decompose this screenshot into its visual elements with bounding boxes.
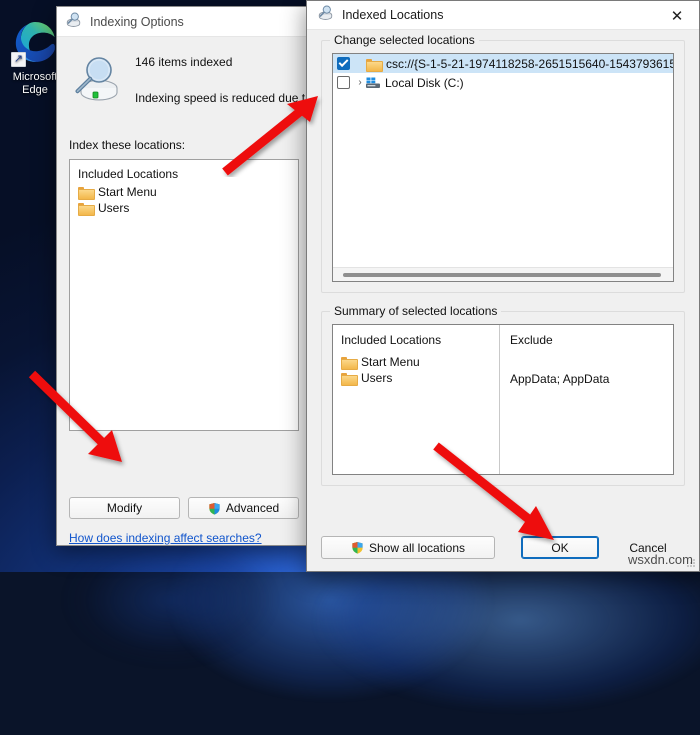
list-item: Users xyxy=(341,371,499,386)
index-locations-label: Index these locations: xyxy=(69,138,186,152)
checkbox-unchecked-icon[interactable] xyxy=(337,76,350,89)
indexed-locations-titlebar[interactable]: Indexed Locations ✕ xyxy=(307,1,699,30)
folder-icon xyxy=(78,186,95,200)
how-does-indexing-link[interactable]: How does indexing affect searches? xyxy=(69,531,262,545)
summary-exclude-header: Exclude xyxy=(510,333,553,347)
indexed-locations-title: Indexed Locations xyxy=(342,8,444,22)
summary-box: Included Locations Start Menu Users Excl… xyxy=(332,324,674,475)
modify-button[interactable]: Modify xyxy=(69,497,180,519)
edge-icon: ↗ xyxy=(11,18,59,67)
indexing-status-icon xyxy=(69,51,123,108)
summary-of-selected-locations-group: Summary of selected locations Included L… xyxy=(321,304,685,486)
advanced-button[interactable]: Advanced xyxy=(188,497,299,519)
tree-horizontal-scrollbar[interactable] xyxy=(333,267,673,281)
included-locations-header: Included Locations xyxy=(78,167,179,181)
list-item-label: Start Menu xyxy=(98,185,157,199)
indexed-locations-dialog[interactable]: Indexed Locations ✕ Change selected loca… xyxy=(306,0,700,572)
shortcut-overlay-icon: ↗ xyxy=(11,52,26,67)
advanced-button-label: Advanced xyxy=(225,501,280,515)
indexing-options-icon xyxy=(317,4,334,26)
folder-icon xyxy=(341,356,358,370)
summary-included-header: Included Locations xyxy=(341,333,442,347)
summary-included-column: Included Locations Start Menu Users xyxy=(333,325,500,474)
summary-exclude-value: AppData; AppData xyxy=(510,372,610,386)
chevron-right-icon[interactable]: › xyxy=(354,77,366,88)
summary-legend: Summary of selected locations xyxy=(330,304,502,318)
indexing-options-title: Indexing Options xyxy=(90,14,184,29)
indexing-options-window[interactable]: Indexing Options 146 items indexed Index… xyxy=(56,6,312,546)
tree-row-label: csc://{S-1-5-21-1974118258-2651515640-15… xyxy=(386,56,673,71)
indexed-locations-body: Change selected locations csc://{S-1-5-2… xyxy=(307,30,699,571)
included-locations-listbox[interactable]: Included Locations Start Menu Users The … xyxy=(69,159,299,431)
list-item: Start Menu xyxy=(341,355,499,370)
change-selected-locations-group: Change selected locations csc://{S-1-5-2… xyxy=(321,33,685,293)
folder-icon xyxy=(366,58,383,72)
indexing-status-row: 146 items indexed Indexing speed is redu… xyxy=(69,51,305,108)
summary-included-label: Start Menu xyxy=(361,355,420,369)
tree-row-label: Local Disk (C:) xyxy=(385,75,464,90)
tree-row[interactable]: csc://{S-1-5-21-1974118258-2651515640-15… xyxy=(333,54,673,73)
folder-icon xyxy=(341,372,358,386)
tree-row[interactable]: › Local Disk (C:) xyxy=(333,73,673,92)
indexing-options-body: 146 items indexed Indexing speed is redu… xyxy=(57,51,311,545)
locations-tree[interactable]: csc://{S-1-5-21-1974118258-2651515640-15… xyxy=(332,53,674,282)
drive-icon xyxy=(366,77,381,89)
source-watermark: wsxdn.com xyxy=(627,552,693,567)
items-indexed-text: 146 items indexed xyxy=(135,55,233,69)
shield-icon xyxy=(208,502,221,515)
close-icon[interactable]: ✕ xyxy=(655,1,699,30)
show-all-locations-label: Show all locations xyxy=(368,540,466,555)
summary-included-label: Users xyxy=(361,371,393,385)
folder-icon xyxy=(78,202,95,216)
indexing-speed-text: Indexing speed is reduced due t xyxy=(135,91,306,105)
list-item-label: Users xyxy=(98,201,130,215)
shield-icon xyxy=(351,541,364,554)
indexing-status-text: 146 items indexed Indexing speed is redu… xyxy=(135,51,305,105)
indexing-options-titlebar[interactable]: Indexing Options xyxy=(57,7,311,37)
indexing-options-button-row: Modify Advanced xyxy=(69,497,299,519)
scrollbar-thumb[interactable] xyxy=(343,272,661,277)
summary-exclude-column: Exclude AppData; AppData xyxy=(500,325,673,474)
indexing-options-icon xyxy=(65,11,82,33)
ok-button[interactable]: OK xyxy=(521,536,599,559)
list-item[interactable]: Users xyxy=(70,200,298,216)
change-selected-locations-legend: Change selected locations xyxy=(330,33,479,47)
list-item[interactable]: Start Menu xyxy=(70,184,298,200)
show-all-locations-button[interactable]: Show all locations xyxy=(321,536,495,559)
checkbox-checked-icon[interactable] xyxy=(337,57,350,70)
